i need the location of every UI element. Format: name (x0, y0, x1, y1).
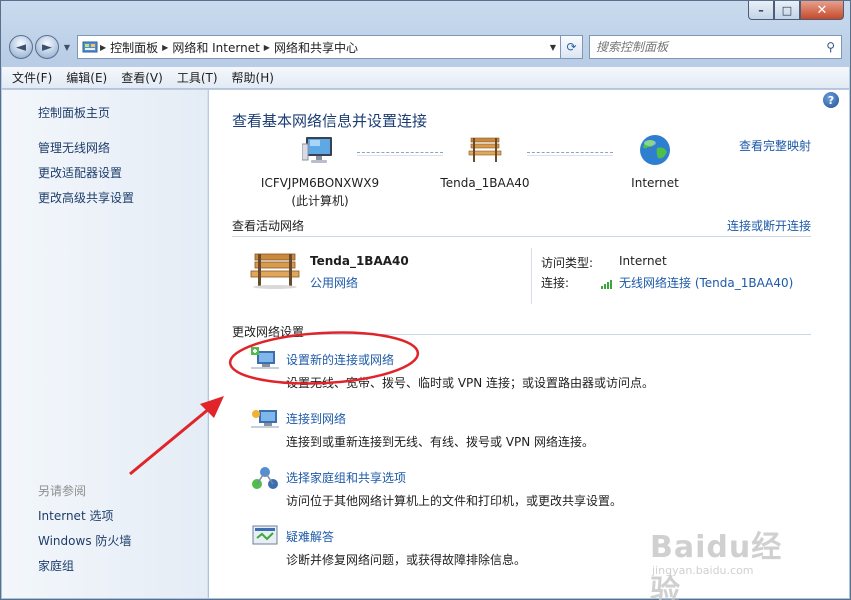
search-box[interactable]: ⚲ (589, 35, 842, 59)
vertical-divider (531, 248, 532, 304)
search-icon[interactable]: ⚲ (826, 40, 835, 54)
troubleshoot-icon (252, 525, 278, 545)
router-name: Tenda_1BAA40 (440, 176, 530, 190)
active-network-name: Tenda_1BAA40 (310, 254, 409, 268)
public-network-bench-icon (250, 253, 300, 289)
connect-network-icon (251, 410, 279, 428)
computer-sub: (此计算机) (291, 194, 349, 208)
back-arrow-icon: ◄ (16, 39, 26, 55)
breadcrumb-network-internet[interactable]: 网络和 Internet (172, 39, 259, 56)
control-panel-icon (82, 41, 98, 53)
breadcrumb-network-sharing-center[interactable]: 网络和共享中心 (274, 39, 358, 56)
sidebar-homegroup[interactable]: 家庭组 (38, 557, 74, 574)
page-title: 查看基本网络信息并设置连接 (232, 112, 428, 130)
new-connection-icon (251, 347, 279, 369)
wifi-signal-icon (601, 279, 612, 289)
address-bar[interactable]: ▶ 控制面板 ▶ 网络和 Internet ▶ 网络和共享中心 ▼ (77, 35, 561, 59)
menu-help[interactable]: 帮助(H) (232, 69, 274, 86)
left-sidebar: 控制面板主页 管理无线网络 更改适配器设置 更改高级共享设置 另请参阅 Inte… (2, 90, 208, 598)
see-also-heading: 另请参阅 (38, 484, 87, 498)
homegroup-sharing-link[interactable]: 选择家庭组和共享选项 (286, 469, 406, 486)
back-button[interactable]: ◄ (9, 35, 33, 59)
breadcrumb-separator: ▶ (100, 42, 107, 52)
close-button[interactable]: ✕ (800, 1, 844, 20)
maximize-button[interactable]: □ (774, 1, 800, 20)
troubleshoot-link[interactable]: 疑难解答 (286, 528, 334, 545)
link-line-2 (527, 152, 613, 156)
connect-disconnect-link[interactable]: 连接或断开连接 (727, 217, 811, 234)
sidebar-change-adapter[interactable]: 更改适配器设置 (38, 164, 122, 181)
baidu-watermark: Baidu经验 jingyan.baidu.com (650, 522, 810, 600)
menu-view[interactable]: 查看(V) (121, 69, 163, 86)
section-divider (232, 236, 811, 237)
menu-tools[interactable]: 工具(T) (177, 69, 218, 86)
connection-value[interactable]: 无线网络连接 (Tenda_1BAA40) (601, 274, 793, 291)
node-internet[interactable]: Internet (605, 134, 705, 190)
setup-connection-desc: 设置无线、宽带、拨号、临时或 VPN 连接；或设置路由器或访问点。 (286, 376, 655, 390)
access-type-label: 访问类型: (541, 256, 594, 270)
active-networks-heading: 查看活动网络 (232, 219, 305, 233)
refresh-icon: ⟳ (566, 40, 577, 54)
caption-buttons: – □ ✕ (748, 1, 844, 21)
watermark-brand: Baidu经验 (650, 530, 783, 600)
homegroup-icon (252, 467, 278, 489)
watermark-url: jingyan.baidu.com (652, 564, 754, 577)
recent-pages-dropdown[interactable]: ▼ (61, 43, 73, 52)
link-line-1 (357, 152, 443, 156)
computer-icon (302, 137, 332, 163)
setup-connection-link[interactable]: 设置新的连接或网络 (286, 351, 394, 368)
menu-bar: 文件(F) 编辑(E) 查看(V) 工具(T) 帮助(H) (2, 67, 849, 89)
connect-to-network-link[interactable]: 连接到网络 (286, 410, 346, 427)
breadcrumb-separator: ▶ (162, 42, 169, 52)
menu-file[interactable]: 文件(F) (12, 69, 52, 86)
globe-icon (640, 135, 670, 165)
navigation-bar: ◄ ► ▼ ▶ 控制面板 ▶ 网络和 Internet ▶ 网络和共享中心 ▼ … (9, 33, 842, 61)
internet-name: Internet (631, 176, 679, 190)
troubleshoot-desc: 诊断并修复网络问题，或获得故障排除信息。 (286, 553, 527, 567)
network-type-link[interactable]: 公用网络 (310, 274, 358, 291)
node-router[interactable]: Tenda_1BAA40 (435, 134, 535, 190)
sidebar-manage-wireless[interactable]: 管理无线网络 (38, 139, 110, 156)
explorer-window: – □ ✕ ◄ ► ▼ ▶ 控制面板 ▶ 网络和 Internet ▶ 网络和共… (0, 0, 851, 600)
address-dropdown-icon[interactable]: ▼ (544, 43, 556, 52)
menu-edit[interactable]: 编辑(E) (66, 69, 107, 86)
bench-icon (468, 137, 502, 162)
computer-name: ICFVJPM6BONXWX9 (260, 176, 380, 190)
node-computer[interactable]: ICFVJPM6BONXWX9 (此计算机) (255, 134, 385, 209)
connect-to-network-desc: 连接到或重新连接到无线、有线、拨号或 VPN 网络连接。 (286, 435, 595, 449)
help-icon[interactable]: ? (823, 92, 839, 108)
access-type-value: Internet (619, 254, 667, 268)
sidebar-control-panel-home[interactable]: 控制面板主页 (38, 104, 110, 121)
breadcrumb-separator: ▶ (263, 42, 270, 52)
forward-arrow-icon: ► (42, 39, 52, 55)
search-input[interactable] (596, 40, 827, 54)
homegroup-sharing-desc: 访问位于其他网络计算机上的文件和打印机，或更改共享设置。 (286, 494, 623, 508)
wireless-connection-link[interactable]: 无线网络连接 (Tenda_1BAA40) (619, 276, 793, 290)
view-full-map-link[interactable]: 查看完整映射 (739, 137, 811, 154)
breadcrumb-control-panel[interactable]: 控制面板 (110, 39, 158, 56)
refresh-button[interactable]: ⟳ (561, 35, 583, 59)
change-settings-heading: 更改网络设置 (232, 325, 305, 339)
sidebar-advanced-sharing[interactable]: 更改高级共享设置 (38, 189, 134, 206)
sidebar-internet-options[interactable]: Internet 选项 (38, 507, 113, 524)
minimize-button[interactable]: – (748, 1, 774, 20)
forward-button[interactable]: ► (35, 35, 59, 59)
section-divider (289, 334, 811, 335)
connection-label: 连接: (541, 276, 570, 290)
sidebar-windows-firewall[interactable]: Windows 防火墙 (38, 532, 131, 549)
